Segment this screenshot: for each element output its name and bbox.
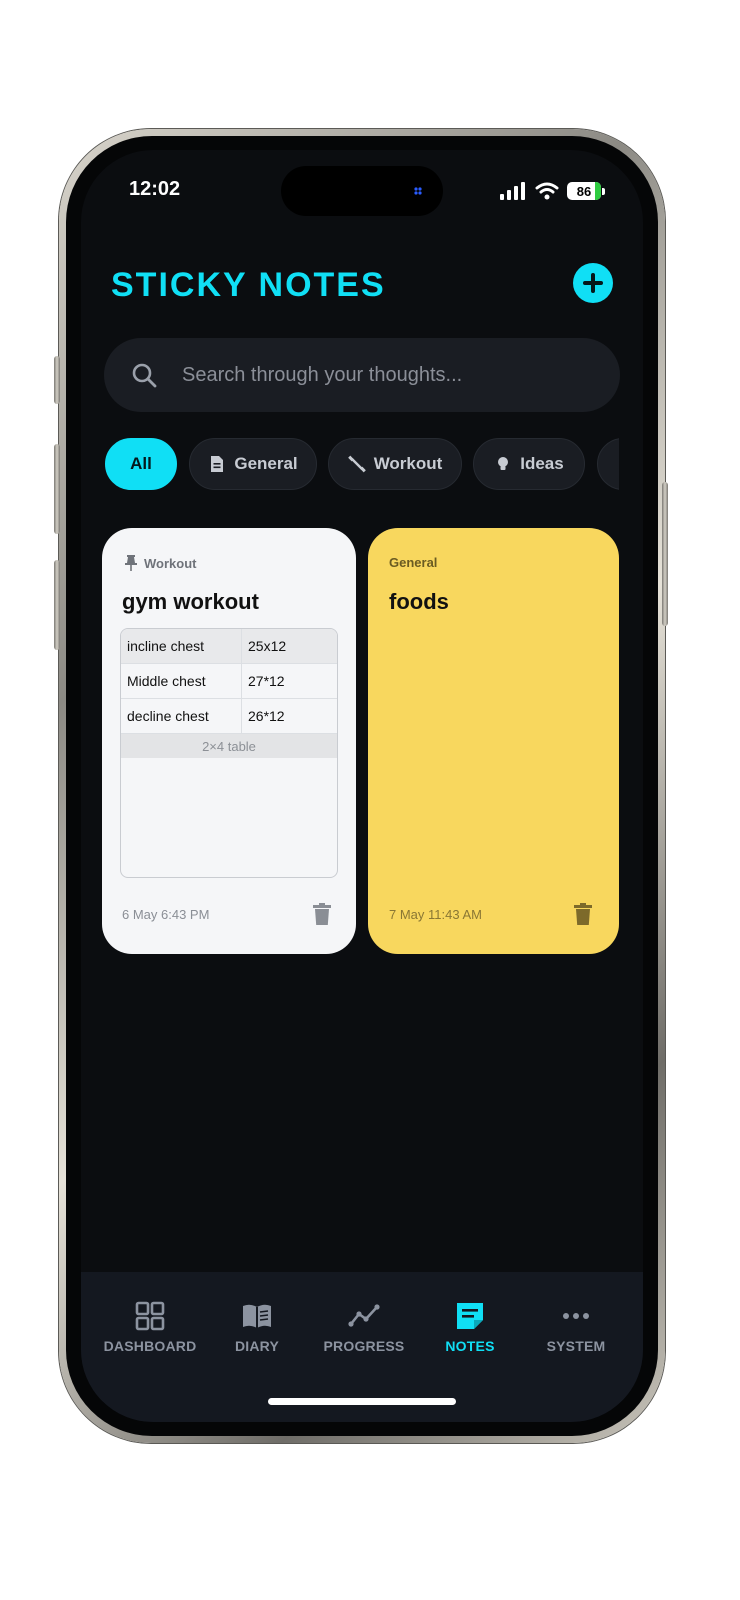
wifi-icon (535, 182, 559, 200)
filter-chip-label: General (234, 454, 298, 473)
filter-chips: All General Workout Ideas (105, 438, 619, 492)
note-category: General (389, 555, 437, 570)
volume-up-button (54, 444, 60, 534)
home-indicator[interactable] (268, 1398, 456, 1405)
table-cell: 25x12 (248, 638, 287, 654)
search-icon (132, 363, 157, 388)
more-dots-icon (563, 1313, 589, 1319)
nav-label: NOTES (445, 1338, 495, 1354)
nav-item-progress[interactable]: PROGRESS (309, 1300, 419, 1354)
table-cell: 27*12 (248, 673, 285, 689)
action-button (54, 356, 60, 404)
battery-tip (602, 187, 605, 195)
filter-chip-ideas[interactable]: Ideas (473, 438, 585, 490)
note-category-label: Workout (144, 555, 197, 571)
status-time: 12:02 (129, 178, 181, 200)
note-date: 7 May 11:43 AM (389, 907, 482, 922)
dumbbell-icon (347, 455, 366, 473)
grid-icon (135, 1301, 165, 1331)
battery-level: 86 (576, 183, 592, 199)
nav-item-notes[interactable]: NOTES (415, 1300, 525, 1354)
filter-chip-label: All (130, 454, 152, 473)
nav-item-diary[interactable]: DIARY (202, 1300, 312, 1354)
nav-item-system[interactable]: SYSTEM (521, 1300, 631, 1354)
note-icon (457, 1303, 483, 1329)
search-bar[interactable]: Search through your thoughts... (104, 338, 620, 412)
lightbulb-icon (498, 457, 509, 470)
table-row: decline chest 26*12 (121, 699, 337, 734)
search-input[interactable]: Search through your thoughts... (182, 364, 462, 387)
table-size-label: 2×4 table (121, 734, 337, 758)
note-category: Workout (124, 555, 196, 571)
nav-label: SYSTEM (546, 1338, 606, 1354)
pin-icon (125, 555, 137, 571)
filter-chip-label: Workout (373, 454, 443, 473)
trash-icon[interactable] (313, 903, 331, 925)
signal-icon (500, 182, 525, 200)
table-cell: incline chest (121, 629, 242, 663)
battery-icon: 86 (567, 182, 601, 200)
nav-label: DIARY (234, 1338, 280, 1354)
note-title: gym workout (122, 589, 259, 614)
filter-chip-more[interactable] (597, 438, 619, 490)
camera-indicator-icon (414, 187, 422, 195)
note-title: foods (389, 589, 449, 614)
status-icons: 86 (499, 180, 605, 202)
filter-chip-workout[interactable]: Workout (328, 438, 462, 490)
power-button (662, 482, 668, 626)
page-title: STICKY NOTES (111, 266, 386, 304)
filter-chip-label: Ideas (520, 454, 564, 473)
table-cell: 26*12 (248, 708, 285, 724)
book-icon (243, 1304, 271, 1328)
table-row: Middle chest 27*12 (121, 664, 337, 699)
screen: 12:02 86 STICKY NOTES Search through you… (81, 150, 643, 1422)
note-category-label: General (389, 555, 438, 570)
volume-down-button (54, 560, 60, 650)
nav-label: PROGRESS (323, 1338, 405, 1354)
table-cell: decline chest (121, 699, 242, 733)
note-table: incline chest 25x12 Middle chest 27*12 d… (120, 628, 338, 878)
nav-item-dashboard[interactable]: DASHBOARD (95, 1300, 205, 1354)
table-row: incline chest 25x12 (121, 629, 337, 664)
note-date: 6 May 6:43 PM (122, 907, 210, 922)
add-note-button[interactable] (573, 263, 613, 303)
trend-line-icon (348, 1304, 380, 1327)
trash-icon[interactable] (574, 903, 592, 925)
filter-chip-general[interactable]: General (189, 438, 317, 490)
document-icon (211, 456, 224, 472)
note-card[interactable]: General foods 7 May 11:43 AM (368, 528, 619, 954)
table-cell: Middle chest (121, 664, 242, 698)
dynamic-island (281, 166, 443, 216)
filter-chip-all[interactable]: All (105, 438, 177, 490)
nav-label: DASHBOARD (103, 1338, 197, 1354)
note-card[interactable]: Workout gym workout incline chest 25x12 … (102, 528, 356, 954)
plus-icon (583, 273, 603, 293)
